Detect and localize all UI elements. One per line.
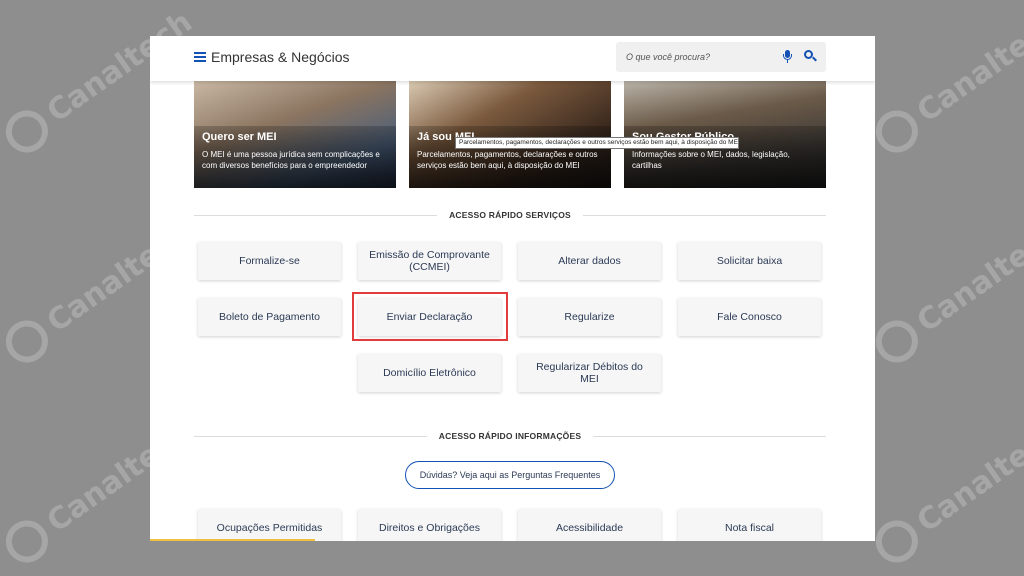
- canaltech-logo-icon: [867, 102, 927, 161]
- info-ocupacoes-permitidas[interactable]: Ocupações Permitidas: [198, 509, 341, 541]
- service-enviar-declaracao[interactable]: Enviar Declaração: [358, 298, 501, 336]
- card-description: O MEI é uma pessoa jurídica sem complica…: [202, 150, 380, 170]
- search-icon[interactable]: [804, 50, 817, 62]
- section-title: ACESSO RÁPIDO SERVIÇOS: [449, 210, 571, 220]
- search-bar: [616, 42, 826, 72]
- services-heading: ACESSO RÁPIDO SERVIÇOS: [194, 208, 827, 222]
- site-title[interactable]: Empresas & Negócios: [211, 49, 350, 65]
- canaltech-logo-icon: [0, 312, 57, 371]
- progress-accent-line: [150, 539, 315, 541]
- canaltech-logo-icon: [0, 512, 57, 571]
- microphone-icon[interactable]: [782, 50, 792, 64]
- canaltech-logo-icon: [867, 512, 927, 571]
- service-regularize[interactable]: Regularize: [518, 298, 661, 336]
- service-formalize-se[interactable]: Formalize-se: [198, 242, 341, 280]
- search-input[interactable]: [626, 49, 776, 65]
- card-gestor-publico[interactable]: Sou Gestor Público Informações sobre o M…: [624, 81, 826, 188]
- canaltech-logo-icon: [867, 312, 927, 371]
- info-acessibilidade[interactable]: Acessibilidade: [518, 509, 661, 541]
- service-emissao-comprovante[interactable]: Emissão de Comprovante (CCMEI): [358, 242, 501, 280]
- card-description: Parcelamentos, pagamentos, declarações e…: [417, 150, 598, 170]
- site-header: Empresas & Negócios: [150, 36, 875, 81]
- info-heading: ACESSO RÁPIDO INFORMAÇÕES: [194, 429, 826, 443]
- menu-icon[interactable]: [194, 52, 206, 62]
- service-solicitar-baixa[interactable]: Solicitar baixa: [678, 242, 821, 280]
- service-fale-conosco[interactable]: Fale Conosco: [678, 298, 821, 336]
- gov-page: Empresas & Negócios Quero ser MEI O MEI …: [150, 36, 875, 541]
- card-ja-sou-mei[interactable]: Já sou MEI Parcelamentos, pagamentos, de…: [409, 81, 611, 188]
- card-quero-ser-mei[interactable]: Quero ser MEI O MEI é uma pessoa jurídic…: [194, 81, 396, 188]
- card-description: Informações sobre o MEI, dados, legislaç…: [632, 150, 790, 170]
- watermark: Canaltech: [867, 411, 1024, 571]
- service-domicilio-eletronico[interactable]: Domicílio Eletrônico: [358, 354, 501, 392]
- tooltip: Parcelamentos, pagamentos, declarações e…: [455, 137, 739, 149]
- info-direitos-obrigacoes[interactable]: Direitos e Obrigações: [358, 509, 501, 541]
- service-alterar-dados[interactable]: Alterar dados: [518, 242, 661, 280]
- service-regularizar-debitos[interactable]: Regularizar Débitos do MEI: [518, 354, 661, 392]
- canaltech-logo-icon: [0, 102, 57, 161]
- info-nota-fiscal[interactable]: Nota fiscal: [678, 509, 821, 541]
- faq-button[interactable]: Dúvidas? Veja aqui as Perguntas Frequent…: [405, 461, 615, 489]
- service-boleto-pagamento[interactable]: Boleto de Pagamento: [198, 298, 341, 336]
- watermark: Canaltech: [867, 211, 1024, 371]
- watermark: Canaltech: [867, 1, 1024, 161]
- section-title: ACESSO RÁPIDO INFORMAÇÕES: [438, 431, 582, 441]
- card-title: Quero ser MEI: [202, 131, 277, 143]
